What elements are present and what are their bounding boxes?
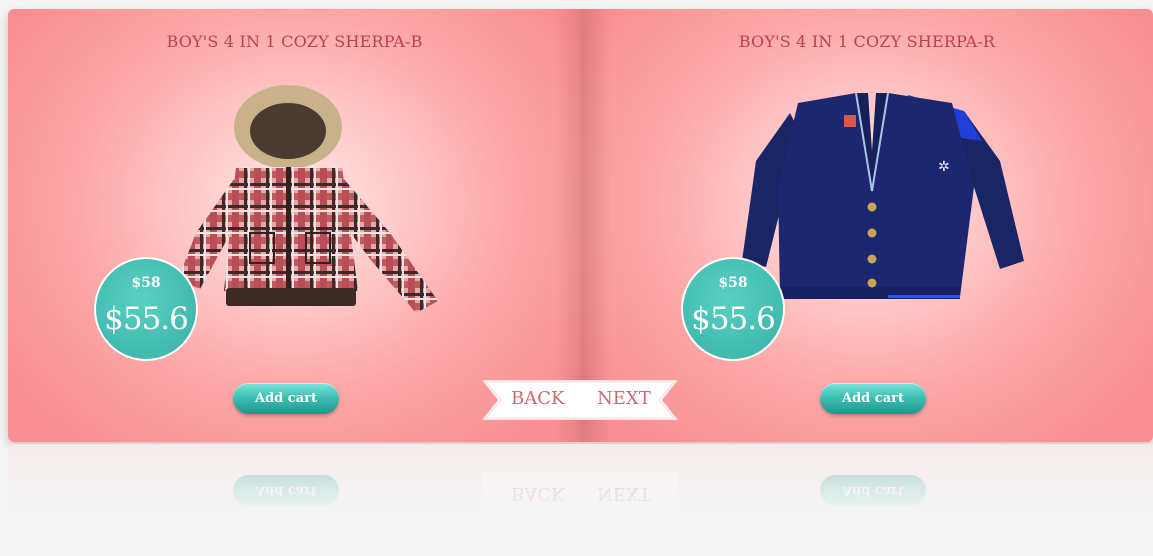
floor-reflection: Add cart Add cart BACK NEXT (8, 444, 1153, 556)
right-page: BOY'S 4 IN 1 COZY SHERPA-R ✲ $58 $55.6 A… (581, 9, 1153, 442)
add-cart-button-left[interactable]: Add cart (233, 383, 339, 414)
back-button[interactable]: BACK (511, 388, 564, 409)
product-title-right: BOY'S 4 IN 1 COZY SHERPA-R (738, 32, 996, 51)
plaid-jacket-image[interactable] (166, 83, 444, 315)
page-navigation-ribbon: BACK NEXT (482, 380, 678, 420)
left-page: BOY'S 4 IN 1 COZY SHERPA-B $58 $55.6 Add… (8, 9, 581, 442)
price-badge-right: $58 $55.6 (681, 257, 785, 361)
next-button[interactable]: NEXT (597, 388, 651, 409)
sale-price-right: $55.6 (691, 301, 776, 337)
reflection-fade (8, 444, 1153, 556)
old-price-right: $58 (718, 275, 748, 291)
product-title-left: BOY'S 4 IN 1 COZY SHERPA-B (166, 32, 423, 51)
add-cart-button-right[interactable]: Add cart (820, 383, 926, 414)
flipbook: BOY'S 4 IN 1 COZY SHERPA-B $58 $55.6 Add… (8, 9, 1153, 442)
sale-price-left: $55.6 (104, 301, 189, 337)
svg-text:✲: ✲ (938, 159, 950, 175)
old-price-left: $58 (131, 275, 161, 291)
price-badge-left: $58 $55.6 (94, 257, 198, 361)
